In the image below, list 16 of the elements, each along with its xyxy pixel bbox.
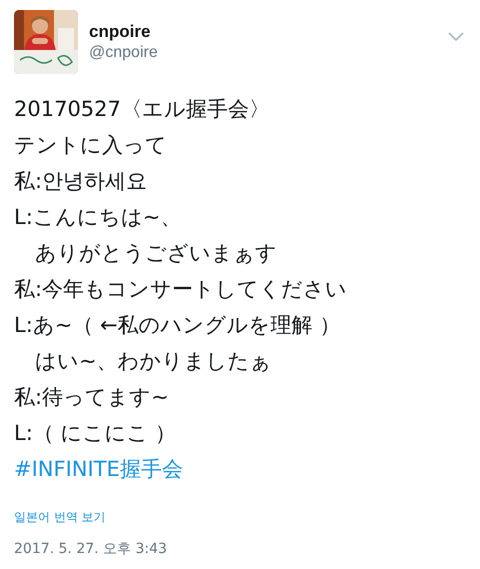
- user-name[interactable]: cnpoire: [89, 22, 437, 42]
- timestamp: 2017. 5. 27. 오후 3:43: [14, 540, 167, 558]
- tweet-line: L:あ~（ ←私のハングルを理解 ）: [14, 312, 340, 339]
- hashtag-link[interactable]: #INFINITE握手会: [14, 451, 183, 487]
- translate-link[interactable]: 일본어 번역 보기: [14, 509, 106, 526]
- chevron-down-icon[interactable]: [448, 32, 464, 42]
- tweet-line: 私:待ってます~: [14, 384, 169, 411]
- tweet-line: テントに入って: [14, 132, 167, 159]
- tweet-line: ありがとうございまぁす: [34, 240, 277, 267]
- tweet-line: はい~、わかりましたぁ: [34, 348, 272, 375]
- user-handle[interactable]: @cnpoire: [89, 44, 437, 62]
- tweet-line: 私:今年もコンサートしてください: [14, 276, 348, 303]
- tweet-line: L:（ にこにこ ）: [14, 420, 176, 447]
- tweet-line: 20170527〈エル握手会〉: [14, 96, 270, 123]
- tweet-line: 私:안녕하세요: [14, 168, 148, 195]
- tweet-line: L:こんにちは~、: [14, 204, 182, 231]
